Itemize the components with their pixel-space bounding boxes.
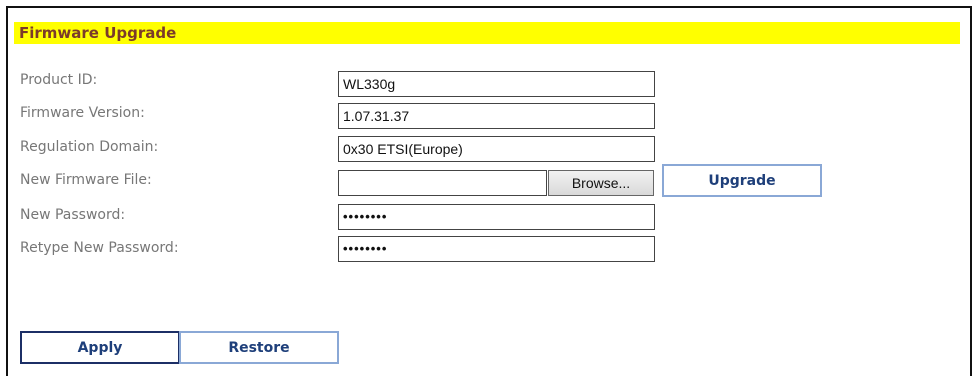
- regulation-domain-field[interactable]: 0x30 ETSI(Europe): [338, 136, 655, 162]
- retype-password-label: Retype New Password:: [20, 240, 179, 256]
- product-id-field[interactable]: WL330g: [338, 71, 655, 97]
- firmware-version-field[interactable]: 1.07.31.37: [338, 103, 655, 129]
- new-firmware-file-label: New Firmware File:: [20, 172, 152, 188]
- new-password-label: New Password:: [20, 207, 126, 223]
- page-title: Firmware Upgrade: [19, 24, 177, 42]
- regulation-domain-label: Regulation Domain:: [20, 139, 159, 155]
- apply-button[interactable]: Apply: [20, 331, 180, 364]
- restore-button[interactable]: Restore: [179, 331, 339, 364]
- new-password-field[interactable]: ••••••••: [338, 204, 655, 230]
- title-bar: Firmware Upgrade: [14, 22, 960, 44]
- retype-password-field[interactable]: ••••••••: [338, 236, 655, 262]
- firmware-version-label: Firmware Version:: [20, 105, 145, 121]
- upgrade-button[interactable]: Upgrade: [662, 164, 822, 197]
- new-firmware-file-field[interactable]: [338, 170, 547, 196]
- browse-button[interactable]: Browse...: [548, 170, 654, 196]
- product-id-label: Product ID:: [20, 72, 98, 88]
